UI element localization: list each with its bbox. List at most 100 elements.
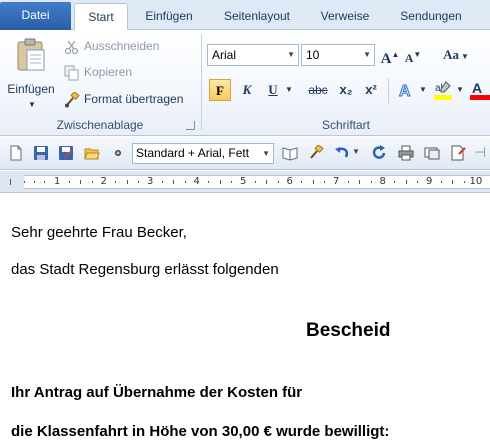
- ruler-tick: [266, 180, 267, 184]
- book-icon[interactable]: [282, 145, 298, 161]
- font-color-icon: A: [470, 80, 490, 100]
- copy-icon: [64, 65, 79, 81]
- tab-mailings[interactable]: Sendungen: [388, 3, 474, 30]
- text-effects-button[interactable]: A: [396, 79, 418, 101]
- ruler-number: 1: [54, 176, 61, 187]
- document-check-icon[interactable]: [450, 145, 466, 161]
- print-icon[interactable]: [398, 145, 414, 161]
- clipboard-group-label: Zwischenablage: [56, 118, 144, 132]
- body-line-2: die Klassenfahrt in Höhe von 30,00 € wur…: [11, 423, 390, 440]
- salutation: Sehr geehrte Frau Becker,: [11, 224, 187, 241]
- subscript-button[interactable]: x₂: [335, 79, 357, 101]
- highlighter-icon: ab: [434, 81, 452, 100]
- open-folder-icon[interactable]: [84, 145, 100, 161]
- more-commands-icon[interactable]: ⊣: [474, 144, 486, 161]
- text-effects-icon: A: [399, 83, 412, 101]
- ruler-dot: [278, 181, 279, 183]
- ruler-dot: [348, 181, 349, 183]
- underline-button[interactable]: U: [262, 79, 284, 101]
- ruler-dot: [417, 181, 418, 183]
- ruler-tick: [359, 180, 360, 184]
- chevron-down-icon[interactable]: ▼: [418, 79, 428, 101]
- change-case-button[interactable]: Aa ▼: [440, 44, 472, 66]
- save-as-icon[interactable]: [58, 145, 74, 161]
- cut-button[interactable]: Ausschneiden: [64, 36, 159, 56]
- ruler-dot: [44, 181, 45, 183]
- ruler-dot: [371, 181, 372, 183]
- ruler-dot: [162, 181, 163, 183]
- ruler-dot: [185, 181, 186, 183]
- highlight-color-button[interactable]: ab: [432, 79, 454, 101]
- tab-references[interactable]: Verweise: [310, 3, 380, 30]
- undo-icon[interactable]: [334, 145, 350, 161]
- ruler-dot: [138, 181, 139, 183]
- style-select[interactable]: Standard + Arial, Fett ▼: [132, 143, 274, 164]
- redo-icon[interactable]: [372, 145, 388, 161]
- bold-glyph: F: [216, 83, 224, 98]
- ruler-strip: [24, 175, 490, 189]
- style-value: Standard + Arial, Fett: [136, 146, 250, 160]
- ruler-dot: [464, 181, 465, 183]
- italic-button[interactable]: K: [236, 79, 258, 101]
- ruler-dot: [24, 181, 25, 183]
- format-painter-icon[interactable]: [308, 145, 324, 161]
- clipboard-paste-icon: [17, 38, 45, 71]
- ruler-number: 7: [333, 176, 340, 187]
- ruler-number: 8: [379, 176, 386, 187]
- envelope-icon[interactable]: [424, 145, 440, 161]
- ruler-dot: [115, 181, 116, 183]
- ruler-tick: [406, 180, 407, 184]
- grow-font-button[interactable]: A▲: [379, 44, 401, 67]
- body-line-1: Ihr Antrag auf Übernahme der Kosten für: [11, 384, 303, 401]
- tab-file[interactable]: Datei: [0, 2, 71, 30]
- superscript-button[interactable]: x²: [360, 79, 382, 101]
- ruler-dot: [231, 181, 232, 183]
- ruler-number: 4: [193, 176, 200, 187]
- font-family-select[interactable]: Arial ▼: [207, 44, 299, 66]
- underline-glyph: U: [268, 82, 278, 97]
- paste-button[interactable]: Einfügen ▼: [4, 36, 58, 110]
- chevron-down-icon: ▼: [262, 149, 270, 158]
- document-page[interactable]: Sehr geehrte Frau Becker, das Stadt Rege…: [0, 194, 490, 448]
- font-size-value: 10: [306, 48, 320, 62]
- print-preview-icon[interactable]: [110, 145, 126, 161]
- italic-glyph: K: [242, 82, 252, 97]
- ruler-number: 2: [100, 176, 107, 187]
- ruler-number: 6: [286, 176, 293, 187]
- chevron-down-icon[interactable]: ▼: [352, 147, 360, 156]
- ruler-tick: [10, 179, 11, 185]
- clipboard-launcher-icon[interactable]: [186, 121, 195, 130]
- ruler-dot: [441, 181, 442, 183]
- subscript-glyph: x₂: [339, 82, 353, 97]
- font-color-button[interactable]: A: [468, 79, 490, 101]
- chevron-down-icon: ▼: [287, 50, 295, 59]
- grow-font-glyph: A: [380, 51, 392, 67]
- ruler-dot: [324, 181, 325, 183]
- tab-page-layout[interactable]: Seitenlayout: [212, 3, 302, 30]
- font-size-select[interactable]: 10 ▼: [301, 44, 375, 66]
- scissors-icon: [64, 40, 79, 54]
- ruler-dot: [92, 181, 93, 183]
- copy-button[interactable]: Kopieren: [64, 62, 132, 82]
- format-painter-button[interactable]: Format übertragen: [64, 89, 183, 109]
- new-document-icon[interactable]: [8, 145, 24, 161]
- chevron-down-icon[interactable]: ▼: [283, 79, 295, 101]
- shrink-font-button[interactable]: A▼: [402, 44, 424, 66]
- ruler-dot: [34, 181, 35, 183]
- superscript-glyph: x²: [365, 82, 377, 97]
- bold-button[interactable]: F: [209, 79, 231, 101]
- ruler-dot: [208, 181, 209, 183]
- chevron-down-icon[interactable]: ▼: [455, 79, 465, 101]
- ruler-number: 5: [240, 176, 247, 187]
- ruler-number: 3: [147, 176, 154, 187]
- tab-insert[interactable]: Einfügen: [134, 3, 204, 30]
- chevron-down-icon[interactable]: ▼: [28, 100, 36, 109]
- paste-label: Einfügen: [7, 82, 55, 96]
- format-painter-label: Format übertragen: [84, 92, 184, 106]
- font-family-value: Arial: [212, 48, 237, 62]
- copy-label: Kopieren: [84, 65, 133, 79]
- save-icon[interactable]: [33, 145, 49, 161]
- strikethrough-button[interactable]: abc: [304, 79, 332, 101]
- brush-icon: [65, 91, 80, 108]
- tab-start[interactable]: Start: [74, 3, 128, 31]
